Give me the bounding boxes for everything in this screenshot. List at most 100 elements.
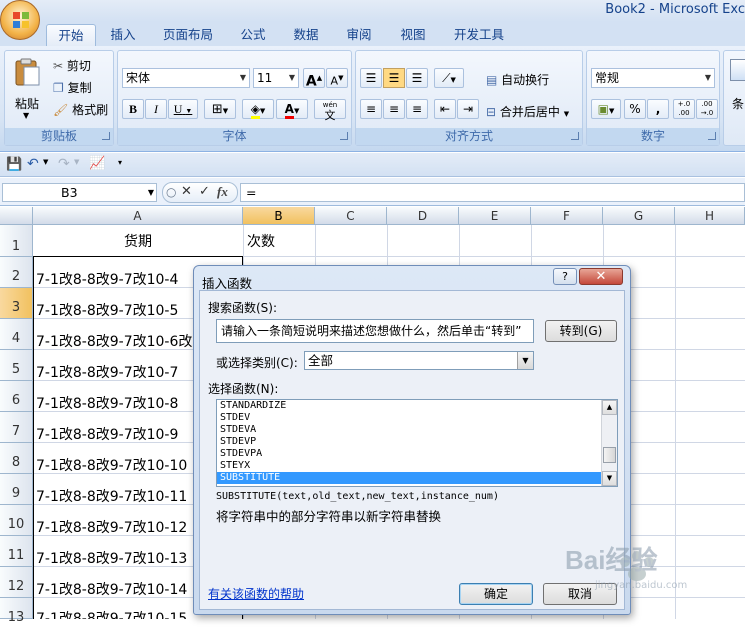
scroll-thumb[interactable]: [603, 447, 616, 463]
dialog-launcher-icon[interactable]: [102, 132, 110, 140]
align-right-button[interactable]: ≡: [406, 99, 428, 119]
go-button[interactable]: 转到(G): [545, 320, 617, 342]
category-select[interactable]: 全部 ▼: [304, 351, 534, 370]
tab-page-layout[interactable]: 页面布局: [152, 24, 224, 46]
row-header[interactable]: 6: [0, 381, 33, 412]
row-header[interactable]: 13: [0, 598, 33, 625]
save-icon[interactable]: 💾: [6, 157, 22, 172]
list-item[interactable]: STDEVA: [217, 424, 617, 436]
cell-b1[interactable]: 次数: [247, 231, 275, 251]
function-list[interactable]: STANDARDIZE STDEV STDEVA STDEVP STDEVPA …: [216, 399, 618, 487]
align-bottom-button[interactable]: ☰: [406, 68, 428, 88]
accounting-button[interactable]: ▣▼: [591, 99, 621, 119]
scroll-down-icon[interactable]: ▼: [602, 471, 617, 486]
column-header-a[interactable]: A: [33, 207, 243, 225]
office-button[interactable]: [0, 0, 40, 40]
enter-icon[interactable]: ✓: [199, 184, 210, 199]
paste-dropdown-icon[interactable]: ▼: [23, 111, 29, 120]
column-header-e[interactable]: E: [459, 207, 531, 225]
phonetic-button[interactable]: wén 文: [314, 99, 346, 121]
close-button[interactable]: ✕: [579, 268, 623, 285]
italic-button[interactable]: I: [145, 99, 167, 119]
row-header[interactable]: 4: [0, 319, 33, 350]
ok-button[interactable]: 确定: [459, 583, 533, 605]
row-header[interactable]: 9: [0, 474, 33, 505]
tab-view[interactable]: 视图: [390, 24, 436, 46]
list-item[interactable]: STDEVPA: [217, 448, 617, 460]
list-scrollbar[interactable]: ▲ ▼: [601, 400, 617, 486]
row-header[interactable]: 8: [0, 443, 33, 474]
dialog-launcher-icon[interactable]: [708, 132, 716, 140]
dialog-launcher-icon[interactable]: [340, 132, 348, 140]
decrease-decimal-button[interactable]: .00 →.0: [696, 99, 718, 119]
tab-insert[interactable]: 插入: [100, 24, 146, 46]
format-painter-button[interactable]: 🖌 格式刷: [53, 101, 108, 118]
comma-button[interactable]: ,: [647, 99, 669, 119]
undo-icon[interactable]: ↶: [27, 156, 39, 172]
customize-toolbar-icon[interactable]: ▾: [118, 158, 122, 167]
column-header-d[interactable]: D: [387, 207, 459, 225]
list-item[interactable]: STDEVP: [217, 436, 617, 448]
decrease-indent-button[interactable]: ⇤: [434, 99, 456, 119]
merge-center-button[interactable]: ⊟ 合并后居中 ▼: [486, 103, 569, 120]
row-header[interactable]: 12: [0, 567, 33, 598]
tab-data[interactable]: 数据: [283, 24, 329, 46]
column-header-f[interactable]: F: [531, 207, 603, 225]
name-box[interactable]: B3 ▼: [2, 183, 157, 202]
wrap-text-button[interactable]: ▤ 自动换行: [486, 71, 549, 88]
cancel-icon[interactable]: ✕: [181, 184, 192, 199]
column-header-g[interactable]: G: [603, 207, 675, 225]
undo-dropdown-icon[interactable]: ▼: [43, 158, 48, 166]
row-header[interactable]: 7: [0, 412, 33, 443]
row-header[interactable]: 10: [0, 505, 33, 536]
column-header-h[interactable]: H: [675, 207, 745, 225]
list-item[interactable]: STEYX: [217, 460, 617, 472]
cell-a1[interactable]: 货期: [124, 231, 152, 251]
row-header[interactable]: 11: [0, 536, 33, 567]
redo-icon[interactable]: ↷: [58, 156, 70, 172]
chevron-down-icon[interactable]: ▼: [148, 184, 154, 201]
list-item[interactable]: STANDARDIZE: [217, 400, 617, 412]
resize-handle-icon[interactable]: ○: [166, 185, 176, 199]
font-color-button[interactable]: A▼: [276, 99, 308, 119]
shrink-font-button[interactable]: A▼: [326, 68, 348, 88]
select-all-corner[interactable]: [0, 207, 33, 225]
percent-button[interactable]: %: [624, 99, 646, 119]
formula-input[interactable]: =: [240, 183, 745, 202]
orientation-button[interactable]: ⟋▼: [434, 68, 464, 88]
row-header[interactable]: 5: [0, 350, 33, 381]
function-search-input[interactable]: 请输入一条简短说明来描述您想做什么，然后单击“转到”: [216, 319, 534, 343]
font-size-select[interactable]: 11 ▼: [253, 68, 299, 88]
border-button[interactable]: ⊞▼: [204, 99, 236, 119]
align-top-button[interactable]: ☰: [360, 68, 382, 88]
row-header[interactable]: 2: [0, 257, 33, 288]
bold-button[interactable]: B: [122, 99, 144, 119]
help-button[interactable]: ?: [553, 268, 577, 285]
tab-developer[interactable]: 开发工具: [443, 24, 515, 46]
conditional-format-icon[interactable]: [730, 59, 745, 81]
copy-button[interactable]: ❐ 复制: [53, 79, 92, 96]
scroll-up-icon[interactable]: ▲: [602, 400, 617, 415]
cut-button[interactable]: ✂ 剪切: [53, 57, 91, 74]
tab-review[interactable]: 审阅: [336, 24, 382, 46]
align-middle-button[interactable]: ☰: [383, 68, 405, 88]
list-item-selected[interactable]: SUBSTITUTE: [217, 472, 617, 484]
row-header[interactable]: 3: [0, 288, 33, 319]
fill-color-button[interactable]: ◈▼: [242, 99, 274, 119]
chart-icon[interactable]: 📈: [89, 156, 105, 171]
function-help-link[interactable]: 有关该函数的帮助: [208, 585, 304, 602]
paste-button[interactable]: 粘贴 ▼: [9, 55, 45, 125]
align-left-button[interactable]: ≡: [360, 99, 382, 119]
column-header-b[interactable]: B: [243, 207, 315, 225]
grow-font-button[interactable]: A▲: [303, 68, 325, 90]
tab-home[interactable]: 开始: [46, 24, 96, 46]
row-header[interactable]: 1: [0, 225, 33, 257]
number-format-select[interactable]: 常规 ▼: [591, 68, 715, 88]
dialog-launcher-icon[interactable]: [571, 132, 579, 140]
underline-button[interactable]: U ▼: [168, 99, 198, 119]
font-name-select[interactable]: 宋体 ▼: [122, 68, 250, 88]
column-header-c[interactable]: C: [315, 207, 387, 225]
increase-indent-button[interactable]: ⇥: [457, 99, 479, 119]
tab-formulas[interactable]: 公式: [230, 24, 276, 46]
increase-decimal-button[interactable]: +.0 .00: [673, 99, 695, 119]
